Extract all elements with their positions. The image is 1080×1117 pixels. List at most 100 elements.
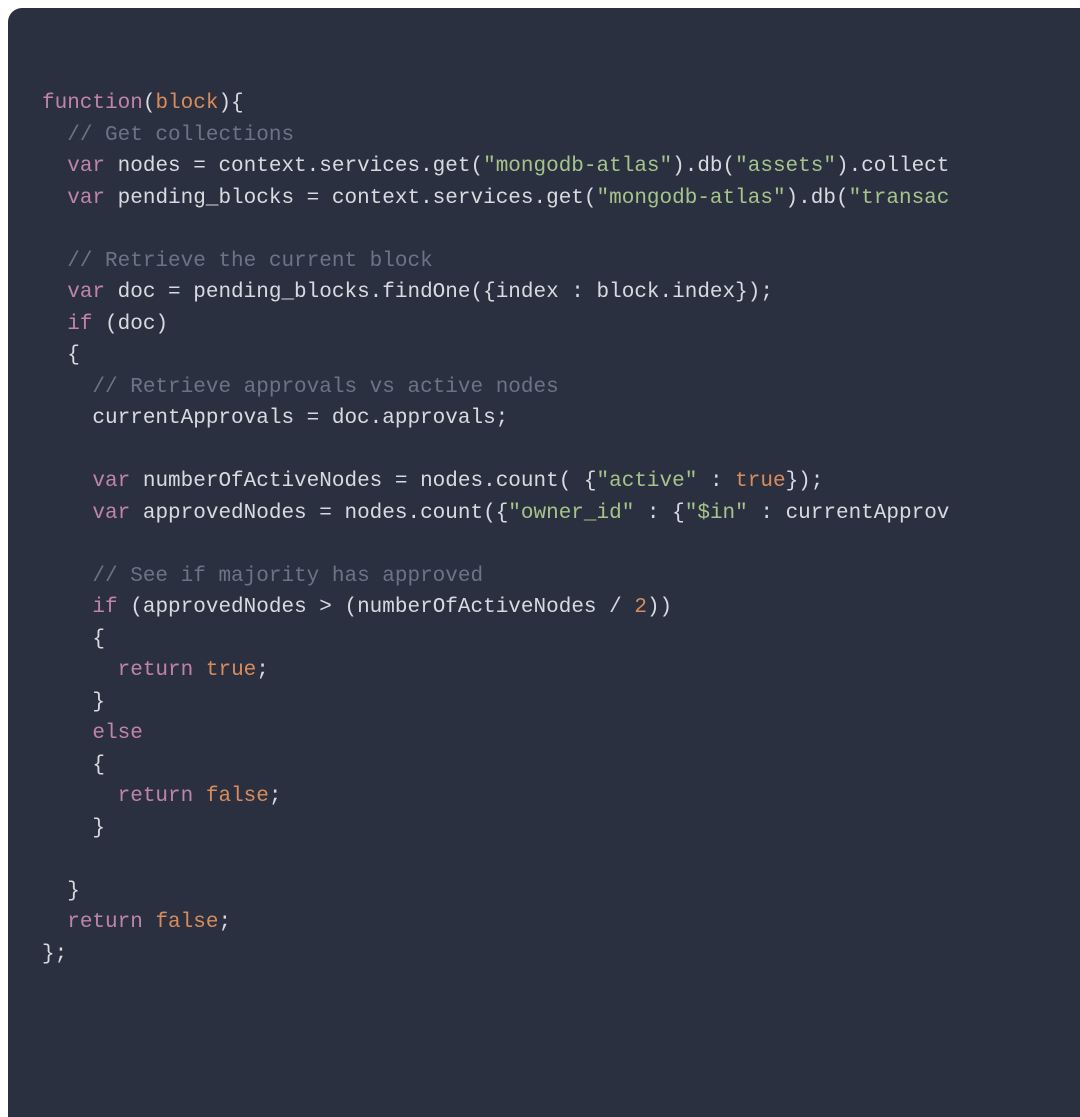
code-token-punct: ){ [218,92,243,115]
code-token-ident: } [42,880,80,903]
code-line: var numberOfActiveNodes = nodes.count( {… [42,466,1080,498]
code-line: var nodes = context.services.get("mongod… [42,151,1080,183]
code-token-ident: ; [269,785,282,808]
code-token-keyword: var [92,470,130,493]
code-line: // Retrieve the current block [42,246,1080,278]
code-token-string: "mongodb-atlas" [597,187,786,210]
code-line: var doc = pending_blocks.findOne({index … [42,277,1080,309]
code-line [42,844,1080,876]
code-line: }; [42,939,1080,971]
code-token-keyword: var [92,502,130,525]
code-token-ident: } [42,817,105,840]
code-token-comment: // Retrieve the current block [67,250,432,273]
code-line: } [42,876,1080,908]
code-token-bool: true [735,470,785,493]
code-token-comment: // Retrieve approvals vs active nodes [92,376,558,399]
code-line: return false; [42,907,1080,939]
code-token-ident: currentApprovals = doc.approvals; [42,407,508,430]
code-token-keyword: return [67,911,143,934]
code-token-punct [42,155,67,178]
code-token-string: "mongodb-atlas" [483,155,672,178]
code-line: return false; [42,781,1080,813]
code-token-punct [42,470,92,493]
code-token-string: "$in" [685,502,748,525]
code-token-ident: ).collect [836,155,949,178]
code-token-ident: ).db( [786,187,849,210]
code-panel: function(block){ // Get collections var … [8,8,1080,1117]
code-line: { [42,624,1080,656]
code-token-param: block [155,92,218,115]
code-token-ident: nodes = context.services.get( [105,155,483,178]
code-token-punct [42,376,92,399]
code-line: // See if majority has approved [42,561,1080,593]
code-token-string: "owner_id" [508,502,634,525]
code-token-ident: ; [218,911,231,934]
code-token-punct [42,565,92,588]
code-token-punct [42,722,92,745]
code-token-punct [42,659,118,682]
code-token-ident: (approvedNodes > (numberOfActiveNodes / [118,596,635,619]
code-line [42,529,1080,561]
code-line: // Retrieve approvals vs active nodes [42,372,1080,404]
code-token-ident: doc = pending_blocks.findOne({index : bl… [105,281,773,304]
code-token-keyword: function [42,92,143,115]
code-token-ident: }); [786,470,824,493]
code-line: currentApprovals = doc.approvals; [42,403,1080,435]
code-line [42,435,1080,467]
code-token-ident: { [42,344,80,367]
code-token-ident [193,785,206,808]
code-token-punct [42,281,67,304]
code-token-punct [42,124,67,147]
code-token-keyword: var [67,281,105,304]
code-line: // Get collections [42,120,1080,152]
code-token-keyword: else [92,722,142,745]
code-token-punct: ( [143,92,156,115]
code-token-keyword: if [92,596,117,619]
code-token-ident: ; [256,659,269,682]
code-token-keyword: return [118,785,194,808]
code-block: function(block){ // Get collections var … [8,8,1080,970]
code-token-punct [42,502,92,525]
code-token-number: 2 [634,596,647,619]
code-token-ident: { [42,754,105,777]
code-token-ident: )) [647,596,672,619]
code-token-string: "assets" [735,155,836,178]
code-token-string: "transac [849,187,950,210]
code-token-punct [42,313,67,336]
code-token-punct [42,187,67,210]
code-line: var pending_blocks = context.services.ge… [42,183,1080,215]
code-token-punct [42,911,67,934]
code-token-ident: : { [634,502,684,525]
code-line: var approvedNodes = nodes.count({"owner_… [42,498,1080,530]
code-token-ident: } [42,691,105,714]
code-token-ident: numberOfActiveNodes = nodes.count( { [130,470,596,493]
code-line: if (doc) [42,309,1080,341]
code-token-punct [42,785,118,808]
code-token-ident: }; [42,943,67,966]
code-line: } [42,687,1080,719]
code-token-bool: false [206,785,269,808]
code-line [42,214,1080,246]
code-token-comment: // See if majority has approved [92,565,483,588]
code-token-keyword: var [67,155,105,178]
code-token-keyword: return [118,659,194,682]
code-line: { [42,750,1080,782]
code-token-bool: false [155,911,218,934]
code-token-punct [42,596,92,619]
code-token-ident [143,911,156,934]
code-line: return true; [42,655,1080,687]
code-line: else [42,718,1080,750]
code-token-ident: (doc) [92,313,168,336]
code-line: function(block){ [42,88,1080,120]
code-token-ident: { [42,628,105,651]
code-token-ident: : currentApprov [748,502,950,525]
code-token-string: "active" [597,470,698,493]
code-line: } [42,813,1080,845]
code-token-comment: // Get collections [67,124,294,147]
code-line: { [42,340,1080,372]
code-token-ident: ).db( [672,155,735,178]
code-line: if (approvedNodes > (numberOfActiveNodes… [42,592,1080,624]
code-token-bool: true [206,659,256,682]
code-token-ident: : [697,470,735,493]
code-token-keyword: var [67,187,105,210]
